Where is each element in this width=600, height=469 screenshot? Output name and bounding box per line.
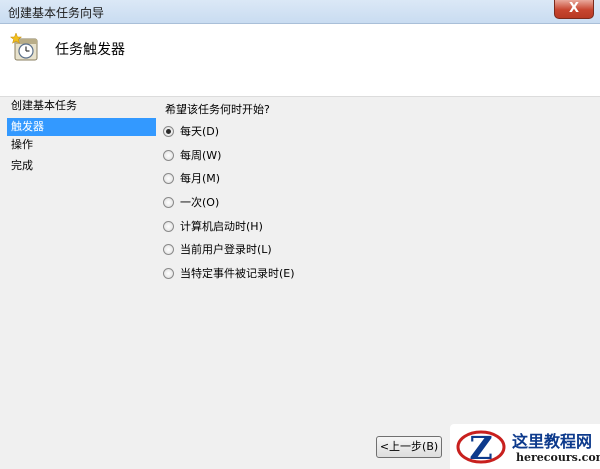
option-daily[interactable]: 每天(D) [163, 123, 219, 139]
option-weekly[interactable]: 每周(W) [163, 147, 221, 163]
wizard-header: 任务触发器 [0, 24, 600, 97]
option-label: 计算机启动时(H) [180, 220, 263, 233]
task-scheduler-clock-icon [10, 32, 38, 61]
step-trigger[interactable]: 触发器 [7, 118, 156, 136]
step-create-basic-task[interactable]: 创建基本任务 [7, 97, 156, 115]
option-on-startup[interactable]: 计算机启动时(H) [163, 218, 263, 234]
option-on-logon[interactable]: 当前用户登录时(L) [163, 241, 272, 257]
option-label: 每月(M) [180, 172, 221, 185]
back-button[interactable]: <上一步(B) [376, 436, 442, 458]
radio-daily[interactable] [163, 125, 174, 137]
option-label: 每天(D) [180, 125, 220, 138]
radio-once[interactable] [163, 196, 174, 208]
logo-letter: Z [469, 429, 492, 466]
option-on-event[interactable]: 当特定事件被记录时(E) [163, 265, 295, 281]
page-title: 任务触发器 [55, 42, 125, 58]
watermark-chinese-text: 这里教程网 [512, 432, 593, 451]
option-monthly[interactable]: 每月(M) [163, 170, 220, 186]
radio-on-event[interactable] [163, 267, 174, 279]
radio-monthly[interactable] [163, 172, 174, 184]
title-bar: 创建基本任务向导 X [0, 0, 600, 24]
option-label: 当特定事件被记录时(E) [180, 267, 295, 280]
wizard-content: 希望该任务何时开始? 每天(D) 每周(W) 每月(M) 一次(O) 计算机启动… [157, 97, 600, 432]
wizard-steps-sidebar: 创建基本任务 触发器 操作 完成 [0, 97, 157, 397]
step-finish[interactable]: 完成 [7, 157, 156, 175]
radio-weekly[interactable] [163, 149, 174, 161]
option-label: 一次(O) [180, 196, 220, 209]
close-button[interactable]: X [554, 0, 594, 19]
z-logo-icon: Z [456, 429, 506, 466]
question-label: 希望该任务何时开始? [165, 103, 270, 116]
site-watermark: Z 这里教程网 herecours.com [450, 424, 600, 469]
option-label: 当前用户登录时(L) [180, 243, 272, 256]
radio-on-startup[interactable] [163, 220, 174, 232]
window-title: 创建基本任务向导 [8, 6, 105, 20]
close-icon: X [568, 1, 580, 16]
option-once[interactable]: 一次(O) [163, 194, 219, 210]
step-action[interactable]: 操作 [7, 136, 156, 154]
option-label: 每周(W) [180, 149, 222, 162]
radio-on-logon[interactable] [163, 243, 174, 255]
watermark-url-text: herecours.com [516, 451, 600, 464]
